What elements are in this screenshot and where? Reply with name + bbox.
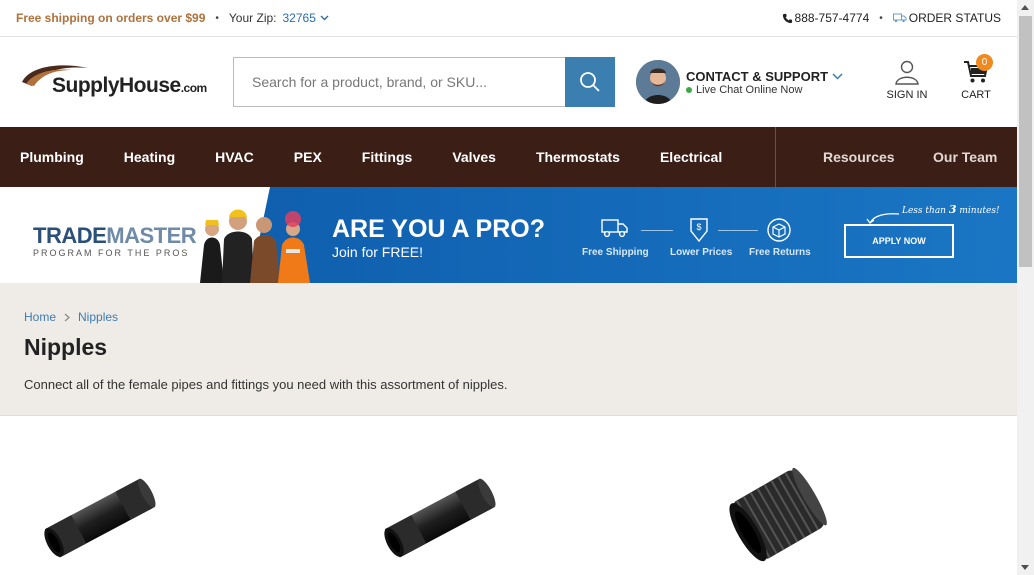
logo-trade: TRADE bbox=[33, 223, 107, 248]
free-shipping-text[interactable]: Free shipping on orders over $99 bbox=[16, 11, 205, 25]
nav-item-heating[interactable]: Heating bbox=[124, 149, 175, 165]
contact-support[interactable]: CONTACT & SUPPORT Live Chat Online Now bbox=[636, 60, 843, 104]
chevron-down-icon bbox=[832, 72, 843, 80]
feature-connector bbox=[641, 230, 673, 231]
scroll-down-arrow-icon[interactable] bbox=[1021, 565, 1029, 570]
product-image-nipple-2[interactable] bbox=[378, 476, 502, 560]
breadcrumb-home[interactable]: Home bbox=[24, 310, 56, 324]
product-image-nipple-1[interactable] bbox=[38, 476, 162, 560]
pros-group-image bbox=[200, 209, 310, 283]
nav-item-resources[interactable]: Resources bbox=[823, 149, 895, 165]
page-scrollbar[interactable] bbox=[1017, 0, 1034, 575]
phone-icon bbox=[782, 13, 792, 23]
return-box-icon bbox=[767, 218, 791, 242]
truck-icon bbox=[601, 219, 628, 238]
scrollbar-thumb[interactable] bbox=[1019, 16, 1032, 267]
nav-item-plumbing[interactable]: Plumbing bbox=[20, 149, 84, 165]
search-input[interactable] bbox=[233, 57, 565, 107]
sign-in-button[interactable]: SIGN IN bbox=[884, 59, 930, 101]
nav-item-thermostats[interactable]: Thermostats bbox=[536, 149, 620, 165]
support-avatar bbox=[636, 60, 680, 104]
chevron-right-icon bbox=[64, 313, 70, 321]
nav-item-our-team[interactable]: Our Team bbox=[933, 149, 997, 165]
price-tag-icon: $ bbox=[690, 218, 708, 243]
scroll-up-arrow-icon[interactable] bbox=[1021, 5, 1029, 10]
apply-now-button[interactable]: APPLY NOW bbox=[844, 224, 954, 258]
site-header: SupplyHouse.com CONTACT & SUPPORT Live C… bbox=[0, 37, 1017, 127]
product-image-close-nipple[interactable] bbox=[716, 460, 840, 572]
main-nav: Plumbing Heating HVAC PEX Fittings Valve… bbox=[0, 127, 1017, 187]
feature-free-returns: Free Returns bbox=[749, 247, 811, 258]
logo-master: MASTER bbox=[106, 223, 197, 248]
logo-suffix: .com bbox=[180, 81, 208, 95]
cart-label: CART bbox=[961, 89, 991, 101]
separator-dot: • bbox=[215, 12, 219, 24]
svg-text:$: $ bbox=[696, 222, 701, 232]
site-logo[interactable]: SupplyHouse.com bbox=[20, 62, 220, 102]
contact-title: CONTACT & SUPPORT bbox=[686, 68, 829, 84]
zip-selector[interactable]: 32765 bbox=[283, 11, 329, 25]
search-bar bbox=[233, 57, 615, 107]
cart-button[interactable]: 0 CART bbox=[958, 54, 994, 101]
logo-tagline: PROGRAM FOR THE PROS bbox=[33, 248, 190, 258]
phone-number: 888-757-4774 bbox=[794, 11, 870, 25]
cart-count-badge: 0 bbox=[976, 54, 993, 71]
feature-lower-prices: Lower Prices bbox=[670, 247, 733, 258]
order-status-label: ORDER STATUS bbox=[908, 11, 1001, 25]
banner-subtitle: Join for FREE! bbox=[332, 244, 424, 260]
feature-connector bbox=[718, 230, 758, 231]
trademaster-banner[interactable]: TRADEMASTER PROGRAM FOR THE PROS ARE YOU… bbox=[0, 187, 1017, 283]
chevron-down-icon bbox=[320, 15, 329, 21]
separator-dot: • bbox=[879, 12, 883, 24]
truck-icon bbox=[892, 13, 907, 23]
trademaster-logo: TRADEMASTER PROGRAM FOR THE PROS bbox=[33, 223, 197, 258]
nav-item-valves[interactable]: Valves bbox=[452, 149, 496, 165]
breadcrumb-current[interactable]: Nipples bbox=[78, 310, 118, 324]
order-status-link[interactable]: ORDER STATUS bbox=[892, 11, 1001, 25]
nav-item-hvac[interactable]: HVAC bbox=[215, 149, 254, 165]
logo-text: SupplyHouse bbox=[52, 74, 181, 97]
live-chat-status: Live Chat Online Now bbox=[696, 83, 803, 96]
product-grid bbox=[0, 416, 1017, 575]
banner-title: ARE YOU A PRO? bbox=[332, 215, 545, 243]
user-icon bbox=[895, 60, 919, 85]
curved-arrow-icon bbox=[866, 213, 900, 224]
sign-in-label: SIGN IN bbox=[886, 89, 928, 101]
zip-label: Your Zip: bbox=[228, 11, 277, 25]
breadcrumb: Home Nipples bbox=[24, 310, 993, 324]
top-bar: Free shipping on orders over $99 • Your … bbox=[0, 0, 1017, 37]
nav-item-pex[interactable]: PEX bbox=[294, 149, 322, 165]
search-button[interactable] bbox=[565, 57, 615, 107]
category-description: Connect all of the female pipes and fitt… bbox=[24, 377, 508, 392]
zip-value: 32765 bbox=[282, 11, 316, 25]
feature-free-shipping: Free Shipping bbox=[582, 247, 649, 258]
page-title: Nipples bbox=[24, 334, 108, 360]
online-status-dot bbox=[686, 86, 692, 93]
phone-link[interactable]: 888-757-4774 bbox=[782, 11, 870, 25]
nav-item-electrical[interactable]: Electrical bbox=[660, 149, 722, 165]
category-header: Home Nipples Nipples Connect all of the … bbox=[0, 283, 1017, 416]
signup-time-note: Less than 3 minutes! bbox=[902, 203, 1000, 216]
search-icon bbox=[580, 72, 600, 92]
nav-item-fittings[interactable]: Fittings bbox=[362, 149, 413, 165]
nav-divider bbox=[775, 127, 776, 187]
